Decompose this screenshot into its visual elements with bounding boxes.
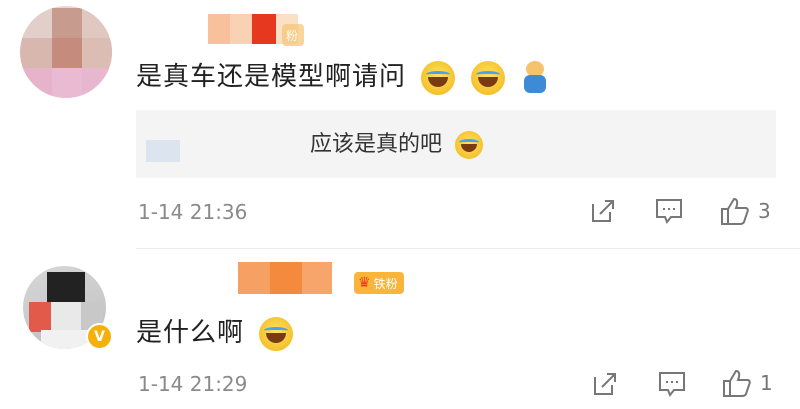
cheer-sticker bbox=[522, 60, 548, 95]
divider bbox=[136, 248, 800, 249]
fan-badge[interactable]: ♛ 铁粉 bbox=[354, 272, 404, 294]
fan-badge-label: 粉 bbox=[286, 28, 299, 43]
crown-icon: ♛ bbox=[358, 275, 371, 291]
verified-badge: V bbox=[86, 323, 113, 350]
reply-box[interactable]: 应该是真的吧 bbox=[136, 110, 776, 178]
comment-item: 粉 是真车还是模型啊请问 应该是真的吧 1-14 21:36 3 bbox=[0, 0, 800, 250]
thumbs-up-icon bbox=[723, 369, 751, 397]
like-button[interactable]: 3 bbox=[720, 196, 771, 226]
share-button[interactable] bbox=[590, 198, 616, 224]
share-button[interactable] bbox=[592, 371, 618, 397]
fan-badge-label: 铁粉 bbox=[373, 276, 398, 291]
username[interactable] bbox=[238, 262, 332, 294]
thumbs-up-icon bbox=[721, 197, 749, 225]
laugh-cry-emoji bbox=[455, 131, 484, 159]
comment-button[interactable] bbox=[655, 198, 683, 224]
like-count: 1 bbox=[760, 371, 773, 395]
reply-author-mosaic bbox=[146, 140, 180, 162]
fan-badge[interactable]: 粉 bbox=[282, 24, 305, 46]
share-icon bbox=[592, 200, 614, 222]
comment-icon bbox=[656, 199, 682, 224]
comment-item: V ♛ 铁粉 是什么啊 1-14 21:29 1 bbox=[0, 250, 800, 409]
reply-text: 应该是真的吧 bbox=[310, 126, 484, 159]
comment-icon bbox=[659, 372, 685, 397]
laugh-cry-emoji bbox=[421, 60, 456, 95]
comment-text: 是什么啊 bbox=[136, 312, 294, 351]
comment-time: 1-14 21:29 bbox=[138, 372, 248, 396]
laugh-cry-emoji bbox=[259, 316, 294, 351]
comment-button[interactable] bbox=[658, 371, 686, 397]
like-button[interactable]: 1 bbox=[722, 368, 773, 398]
laugh-cry-emoji bbox=[470, 60, 505, 95]
share-icon bbox=[594, 373, 616, 395]
avatar[interactable] bbox=[20, 6, 112, 98]
comment-time: 1-14 21:36 bbox=[138, 200, 248, 224]
like-count: 3 bbox=[758, 199, 771, 223]
comment-text: 是真车还是模型啊请问 bbox=[136, 56, 548, 95]
